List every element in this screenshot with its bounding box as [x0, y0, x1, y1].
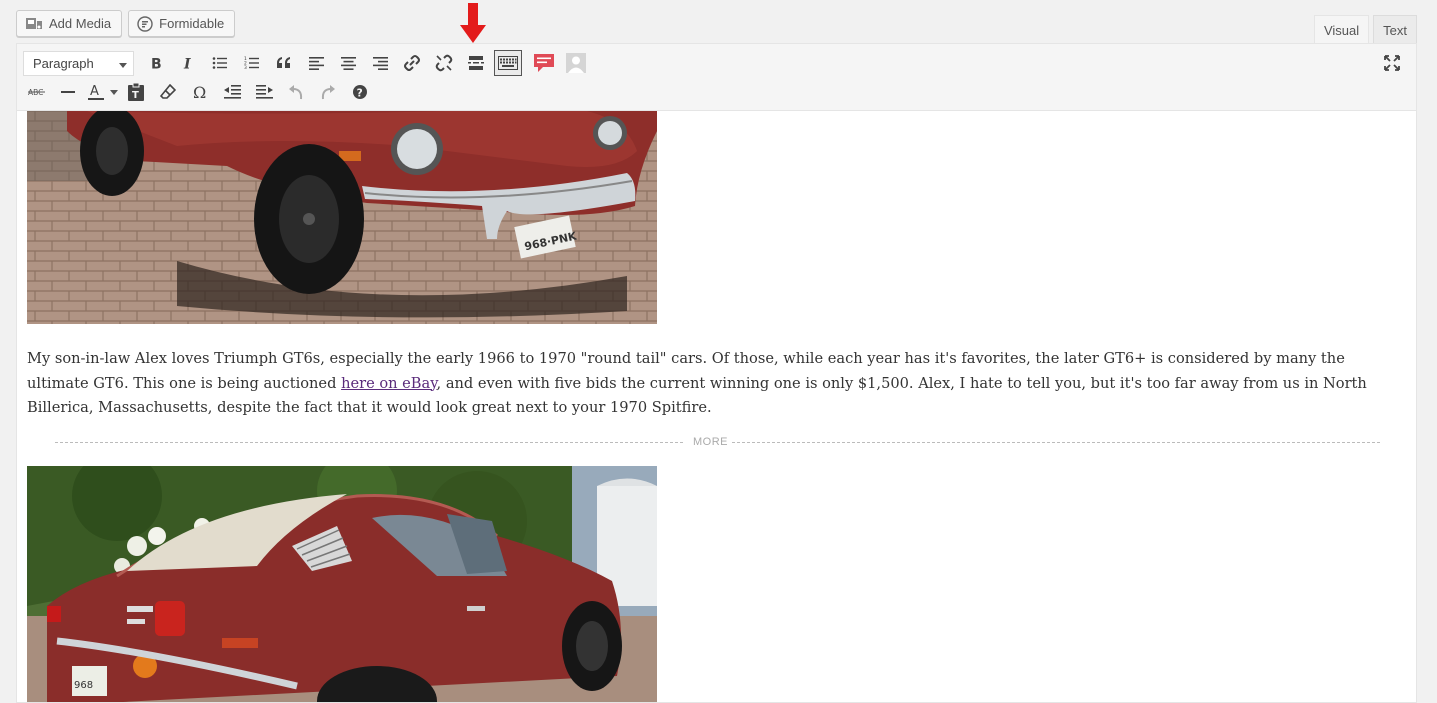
horizontal-line-icon[interactable]	[52, 78, 84, 106]
bold-icon[interactable]: B	[140, 49, 172, 77]
align-left-icon[interactable]	[300, 49, 332, 77]
keyboard-icon	[498, 56, 518, 70]
formidable-button[interactable]: Formidable	[128, 10, 236, 37]
link-icon[interactable]	[396, 49, 428, 77]
toolbar-row-1: Paragraph B I 1 2 3	[22, 49, 592, 77]
editor-tabs: Visual Text	[1313, 15, 1417, 44]
more-line-left	[55, 442, 683, 443]
align-center-icon[interactable]	[332, 49, 364, 77]
fullscreen-icon[interactable]	[1376, 49, 1408, 77]
format-select-value: Paragraph	[33, 55, 94, 71]
indent-icon[interactable]	[248, 78, 280, 106]
toolbar-toggle-button[interactable]	[492, 49, 524, 77]
add-media-button[interactable]: Add Media	[16, 10, 123, 37]
svg-text:B: B	[151, 57, 162, 71]
avatar-icon[interactable]	[560, 49, 592, 77]
text-color-dropdown-icon[interactable]	[108, 78, 120, 106]
editor: Paragraph B I 1 2 3 ABC A T Ω ? 968·PNK …	[16, 43, 1417, 703]
editor-content[interactable]: 968·PNK My son-in-law Alex loves Triumph…	[27, 111, 1406, 702]
undo-icon[interactable]	[280, 78, 312, 106]
chevron-down-icon	[119, 56, 127, 71]
car-side-photo[interactable]: 968	[27, 466, 657, 702]
more-line-right	[732, 442, 1380, 443]
car-front-photo[interactable]: 968·PNK	[27, 111, 657, 324]
more-label: MORE	[693, 436, 728, 448]
italic-icon[interactable]: I	[172, 49, 204, 77]
svg-text:Ω: Ω	[193, 84, 206, 100]
svg-text:?: ?	[357, 87, 363, 99]
read-more-separator[interactable]: MORE	[55, 436, 1380, 448]
formidable-label: Formidable	[159, 16, 225, 31]
editor-toolbar: Paragraph B I 1 2 3 ABC A T Ω ?	[17, 44, 1416, 111]
formidable-icon	[137, 15, 153, 32]
numbered-list-icon[interactable]: 1 2 3	[236, 49, 268, 77]
svg-text:968: 968	[74, 680, 93, 691]
special-character-icon[interactable]: Ω	[184, 78, 216, 106]
svg-text:3: 3	[244, 65, 247, 70]
strikethrough-icon[interactable]: ABC	[22, 78, 52, 106]
unlink-icon[interactable]	[428, 49, 460, 77]
text-color-label: A	[90, 84, 99, 99]
blockquote-icon[interactable]	[268, 49, 300, 77]
toolbar-row-2: ABC A T Ω ?	[22, 78, 376, 106]
media-buttons: Add Media Formidable	[16, 10, 236, 37]
tab-visual[interactable]: Visual	[1313, 15, 1370, 44]
outdent-icon[interactable]	[216, 78, 248, 106]
format-select[interactable]: Paragraph	[23, 50, 134, 76]
ebay-link[interactable]: here on eBay	[341, 375, 436, 392]
clear-formatting-icon[interactable]	[152, 78, 184, 106]
add-media-label: Add Media	[49, 16, 112, 31]
post-paragraph[interactable]: My son-in-law Alex loves Triumph GT6s, e…	[27, 347, 1397, 421]
svg-text:I: I	[183, 57, 191, 71]
bullet-list-icon[interactable]	[204, 49, 236, 77]
help-icon[interactable]: ?	[344, 78, 376, 106]
text-color-icon[interactable]: A	[84, 78, 108, 106]
redo-icon[interactable]	[312, 78, 344, 106]
align-right-icon[interactable]	[364, 49, 396, 77]
svg-text:T: T	[132, 90, 139, 101]
read-more-icon[interactable]	[460, 49, 492, 77]
paste-text-icon[interactable]: T	[120, 78, 152, 106]
tab-text[interactable]: Text	[1373, 15, 1417, 44]
media-icon	[25, 16, 43, 32]
comment-icon[interactable]	[528, 49, 560, 77]
